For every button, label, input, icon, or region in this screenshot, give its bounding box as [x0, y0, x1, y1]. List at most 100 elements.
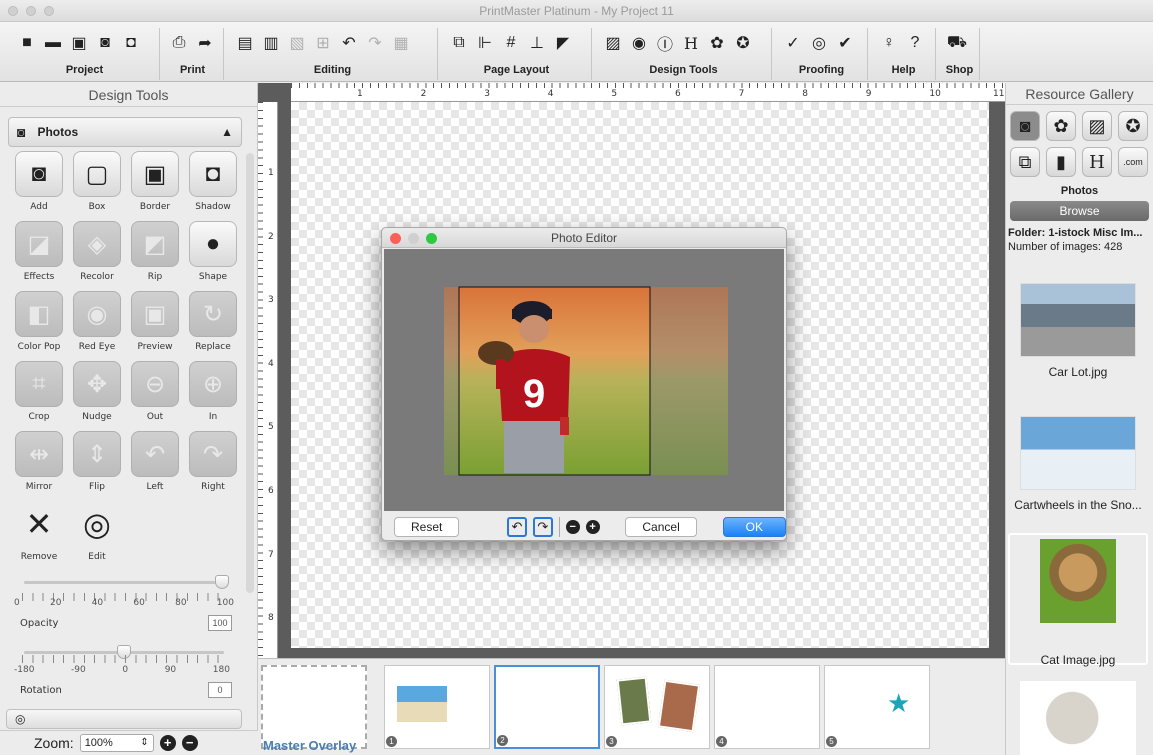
layers-icon[interactable]: ⧉ [1010, 147, 1040, 177]
lightbulb-icon[interactable]: ♀ [878, 32, 900, 54]
picture-icon[interactable]: ▨ [602, 32, 624, 54]
zoom-window-button[interactable] [44, 6, 54, 16]
photos-section-header[interactable]: ◙ Photos ▲ [8, 117, 242, 147]
star-badge-icon[interactable]: ✪ [1118, 111, 1148, 141]
dialog-zoom-button[interactable] [426, 233, 437, 244]
tool-border[interactable]: ▣ Border [126, 151, 184, 217]
page-thumb-4[interactable]: 4 [714, 665, 820, 749]
tool-effects[interactable]: ◪ Effects [10, 221, 68, 287]
gallery-item-selected[interactable]: Cat Image.jpg [1008, 533, 1148, 667]
zoom-out-icon[interactable]: ⊖ [131, 361, 179, 407]
redo-icon[interactable]: ↷ [364, 32, 386, 54]
rotation-value-field[interactable]: 0 [208, 682, 232, 698]
tool-red-eye[interactable]: ◉ Red Eye [68, 291, 126, 357]
background-icon[interactable]: ◤ [552, 32, 574, 54]
rip-icon[interactable]: ◩ [131, 221, 179, 267]
close-window-button[interactable] [8, 6, 18, 16]
shapes-icon[interactable]: ✿ [706, 32, 728, 54]
tool-replace[interactable]: ↻ Replace [184, 291, 242, 357]
tool-right[interactable]: ↷ Right [184, 431, 242, 497]
gallery-item[interactable] [1008, 681, 1148, 755]
tool-shape[interactable]: ● Shape [184, 221, 242, 287]
new-project-icon[interactable]: ■ [16, 32, 38, 54]
opacity-value-field[interactable]: 100 [208, 615, 232, 631]
ok-button[interactable]: OK [722, 517, 786, 537]
recolor-drops-icon[interactable]: ◈ [73, 221, 121, 267]
edit-aperture-icon[interactable]: ◎ [73, 501, 121, 547]
cart-icon[interactable]: ⛟ [946, 32, 968, 54]
box-frame-icon[interactable]: ▢ [73, 151, 121, 197]
book-icon[interactable]: ▮ [1046, 147, 1076, 177]
reset-button[interactable]: Reset [394, 517, 460, 537]
page-thumb-2-selected[interactable]: 2 [494, 665, 600, 749]
tool-preview[interactable]: ▣ Preview [126, 291, 184, 357]
tool-box[interactable]: ▢ Box [68, 151, 126, 217]
tool-left[interactable]: ↶ Left [126, 431, 184, 497]
save-project-icon[interactable]: ▣ [68, 32, 90, 54]
picture-icon[interactable]: ▨ [1082, 111, 1112, 141]
rotate-left-icon[interactable]: ↶ [507, 517, 527, 537]
remove-x-icon[interactable]: ✕ [15, 501, 63, 547]
zoom-in-icon[interactable]: ⊕ [189, 361, 237, 407]
browse-button[interactable]: Browse [1010, 201, 1149, 221]
rotate-right-icon[interactable]: ↷ [189, 431, 237, 477]
color-pop-icon[interactable]: ◧ [15, 291, 63, 337]
text-h-icon[interactable]: H [1082, 147, 1112, 177]
duplicate-icon[interactable]: ⊞ [312, 32, 334, 54]
add-page-icon[interactable]: ◘ [120, 32, 142, 54]
copy-icon[interactable]: ▥ [260, 32, 282, 54]
border-frame-icon[interactable]: ▣ [131, 151, 179, 197]
tool-nudge[interactable]: ✥ Nudge [68, 361, 126, 427]
printer-icon[interactable]: ⎙ [168, 32, 190, 54]
undo-icon[interactable]: ↶ [338, 32, 360, 54]
zoom-in-icon[interactable]: + [159, 735, 176, 751]
cut-icon[interactable]: ▧ [286, 32, 308, 54]
share-icon[interactable]: ➦ [194, 32, 216, 54]
crop-icon[interactable]: ⌗ [15, 361, 63, 407]
dialog-minimize-button[interactable] [408, 233, 419, 244]
rotation-slider[interactable] [24, 645, 224, 659]
grid-icon[interactable]: # [500, 32, 522, 54]
tool-in[interactable]: ⊕ In [184, 361, 242, 427]
open-project-icon[interactable]: ▬ [42, 32, 64, 54]
shadow-frame-icon[interactable]: ◘ [189, 151, 237, 197]
minimize-window-button[interactable] [26, 6, 36, 16]
replace-arrows-icon[interactable]: ↻ [189, 291, 237, 337]
opacity-slider[interactable] [24, 575, 229, 589]
flip-icon[interactable]: ⇕ [73, 431, 121, 477]
page-thumb-5[interactable]: ★ 5 [824, 665, 930, 749]
proof-eye-icon[interactable]: ◎ [808, 32, 830, 54]
layers-icon[interactable]: ⧉ [448, 32, 470, 54]
preview-icon[interactable]: ▣ [131, 291, 179, 337]
zoom-in-icon[interactable]: + [585, 520, 600, 534]
photo-preview[interactable]: 9 [384, 249, 784, 511]
zoom-out-icon[interactable]: − [181, 735, 198, 751]
scrollbar[interactable] [246, 153, 254, 593]
cancel-button[interactable]: Cancel [625, 517, 697, 537]
select-all-icon[interactable]: ▦ [390, 32, 412, 54]
nudge-arrows-icon[interactable]: ✥ [73, 361, 121, 407]
star-badge-icon[interactable]: ✪ [732, 32, 754, 54]
tool-rip[interactable]: ◩ Rip [126, 221, 184, 287]
text-h-icon[interactable]: H [680, 32, 702, 54]
tool-out[interactable]: ⊖ Out [126, 361, 184, 427]
tool-mirror[interactable]: ⇹ Mirror [10, 431, 68, 497]
mirror-icon[interactable]: ⇹ [15, 431, 63, 477]
tool-remove[interactable]: ✕ Remove [10, 501, 68, 567]
zoom-select[interactable]: 100% ⇕ [79, 734, 154, 752]
save-as-icon[interactable]: ◙ [94, 32, 116, 54]
guides-icon[interactable]: ⊩ [474, 32, 496, 54]
tool-flip[interactable]: ⇕ Flip [68, 431, 126, 497]
camera-icon[interactable]: ◉ [628, 32, 650, 54]
gallery-item[interactable]: Car Lot.jpg [1008, 283, 1148, 379]
photos-camera-icon[interactable]: ◙ [1010, 111, 1040, 141]
align-icon[interactable]: ⊥ [526, 32, 548, 54]
tool-shadow[interactable]: ◘ Shadow [184, 151, 242, 217]
rotate-left-icon[interactable]: ↶ [131, 431, 179, 477]
red-eye-icon[interactable]: ◉ [73, 291, 121, 337]
tool-add[interactable]: ◙ Add [10, 151, 68, 217]
headline-icon[interactable]: Ⓘ [654, 32, 676, 54]
paste-icon[interactable]: ▤ [234, 32, 256, 54]
camera-icon[interactable]: ◙ [15, 151, 63, 197]
next-section-header[interactable]: ◎ [6, 709, 242, 729]
